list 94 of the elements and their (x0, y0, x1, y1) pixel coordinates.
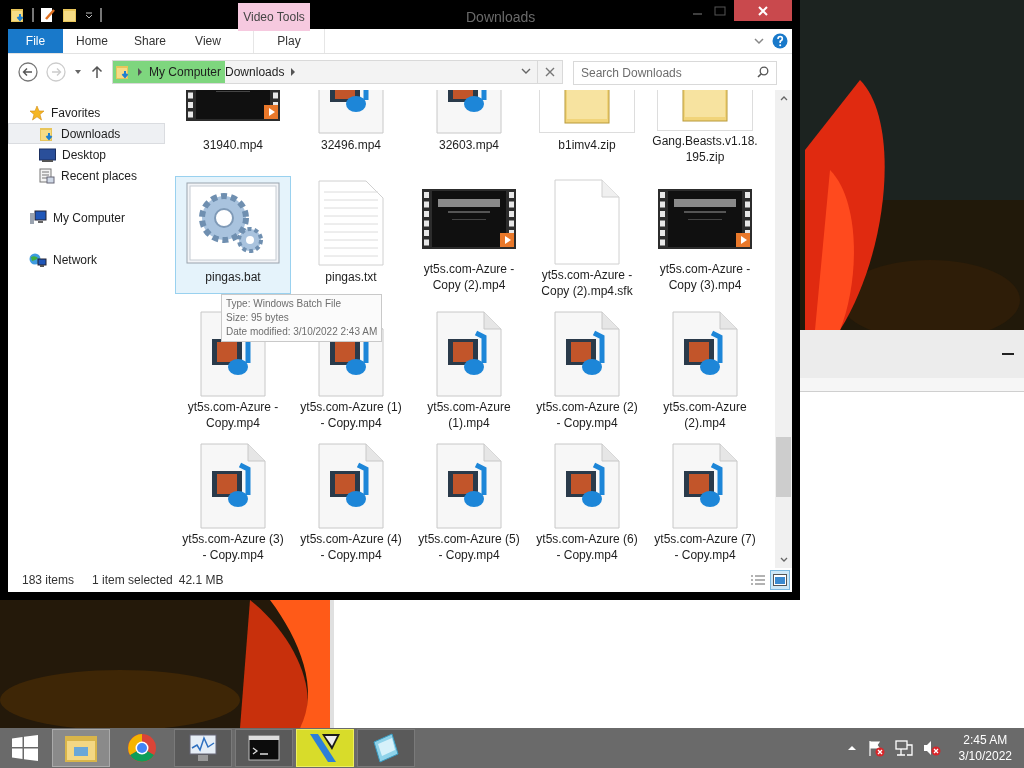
sidebar-item[interactable]: Desktop (8, 144, 165, 165)
sidebar-item[interactable]: Favorites (8, 102, 165, 123)
chrome-icon (127, 733, 157, 763)
chevron-right-icon (137, 68, 143, 76)
file-name: yt5s.com-Azure (1) - Copy.mp4 (299, 399, 403, 431)
close-button[interactable] (734, 0, 792, 21)
computer-icon (29, 209, 47, 226)
details-view-icon (751, 574, 765, 586)
media-file-icon (200, 443, 266, 529)
file-name: 32603.mp4 (437, 137, 500, 153)
media-file-icon (318, 443, 384, 529)
breadcrumb[interactable]: Downloads (225, 61, 301, 83)
show-hidden-icons-caret[interactable] (846, 744, 857, 752)
file-name: yt5s.com-Azure (4) - Copy.mp4 (299, 531, 403, 563)
selection-size: 42.1 MB (178, 572, 224, 589)
context-tab-group: Video Tools (243, 8, 305, 26)
star-icon (29, 104, 45, 121)
breadcrumb[interactable]: My Computer (113, 61, 226, 83)
minimize-icon[interactable] (1002, 352, 1014, 356)
media-file-icon (554, 443, 620, 529)
media-file-icon (436, 311, 502, 397)
sidebar-item[interactable]: My Computer (8, 207, 165, 228)
file-name: yt5s.com-Azure - Copy.mp4 (186, 399, 280, 431)
close-icon (758, 5, 768, 16)
window-title: Downloads (466, 8, 536, 27)
recent-places-icon (39, 167, 55, 184)
folder-download-icon (10, 6, 26, 23)
blank-document-icon (554, 179, 620, 265)
media-file-icon (672, 311, 738, 397)
file-name: yt5s.com-Azure (6) - Copy.mp4 (535, 531, 639, 563)
film-editor-icon (308, 732, 342, 764)
help-icon[interactable] (772, 33, 788, 49)
selected-file-item[interactable]: pingas.bat (175, 176, 291, 294)
item-count: 183 items (22, 572, 75, 589)
network-icon (29, 251, 47, 268)
file-name: yt5s.com-Azure (7) - Copy.mp4 (653, 531, 757, 563)
clock-date[interactable]: 3/10/2022 (958, 748, 1012, 764)
ribbon-tab[interactable]: Play (253, 29, 325, 53)
up-arrow-icon[interactable] (90, 65, 104, 79)
notepad-icon (370, 732, 402, 764)
tooltip-line: Type: Windows Batch File (226, 297, 343, 311)
folder-download-icon (39, 125, 55, 142)
file-name: pingas.txt (324, 269, 378, 285)
address-bar[interactable]: My Computer Downloads (112, 60, 563, 84)
file-name: yt5s.com-Azure (2) - Copy.mp4 (535, 399, 639, 431)
scrollbar[interactable] (775, 90, 792, 568)
file-name: yt5s.com-Azure (5) - Copy.mp4 (417, 531, 521, 563)
file-name: yt5s.com-Azure - Copy (3).mp4 (658, 261, 752, 293)
back-icon[interactable] (18, 62, 38, 82)
tooltip-line: Date modified: 3/10/2022 2:43 AM (226, 325, 378, 339)
file-name: yt5s.com-Azure (3) - Copy.mp4 (181, 531, 285, 563)
ribbon-tab[interactable]: Home (63, 29, 121, 53)
file-name: yt5s.com-Azure - Copy (2).mp4 (422, 261, 516, 293)
search-icon (757, 66, 769, 78)
ribbon-tab[interactable]: File (8, 29, 63, 53)
start-windows-icon[interactable] (12, 735, 38, 761)
lined-document-icon (318, 180, 384, 266)
search-field[interactable]: Search Downloads (573, 61, 777, 85)
clock-time[interactable]: 2:45 AM (963, 732, 1008, 748)
sidebar-item[interactable]: Recent places (8, 165, 165, 186)
speaker-muted-icon[interactable] (922, 739, 941, 757)
ribbon-tab[interactable]: Share (121, 29, 179, 53)
file-name: yt5s.com-Azure (2).mp4 (662, 399, 748, 431)
file-name: pingas.bat (204, 269, 262, 285)
chevron-right-icon (290, 68, 297, 76)
file-name: Gang.Beasts.v1.18.195.zip (652, 133, 758, 165)
flag-error-icon[interactable] (866, 739, 885, 757)
media-file-icon (436, 443, 502, 529)
sidebar-item[interactable]: Network (8, 249, 165, 270)
gears-icon (186, 182, 280, 264)
taskbar-button[interactable] (235, 729, 293, 767)
file-name: yt5s.com-Azure (1).mp4 (426, 399, 512, 431)
terminal-icon (248, 735, 280, 761)
sidebar-item[interactable]: Downloads (8, 123, 165, 144)
network-icon[interactable] (894, 739, 913, 757)
file-name: b1imv4.zip (557, 137, 617, 153)
folder-download-icon (115, 64, 131, 80)
file-name: 31940.mp4 (201, 137, 264, 153)
media-file-icon (554, 311, 620, 397)
media-file-icon (672, 443, 738, 529)
folder-icon (64, 733, 98, 763)
tooltip-line: Size: 95 bytes (226, 311, 290, 325)
large-icons-view-icon (773, 574, 787, 586)
ribbon-tab[interactable]: View (179, 29, 237, 53)
document-pencil-icon[interactable] (40, 6, 56, 23)
view-toggle[interactable] (770, 570, 790, 590)
monitor-icon (39, 147, 56, 162)
file-name: yt5s.com-Azure - Copy (2).mp4.sfk (540, 267, 634, 299)
chevron-down-icon[interactable] (754, 36, 764, 46)
performance-monitor-icon (187, 733, 219, 763)
scroll-thumb[interactable] (776, 437, 791, 497)
file-name: 32496.mp4 (319, 137, 382, 153)
folder-icon[interactable] (62, 6, 78, 23)
selection-count: 1 item selected (92, 572, 173, 589)
